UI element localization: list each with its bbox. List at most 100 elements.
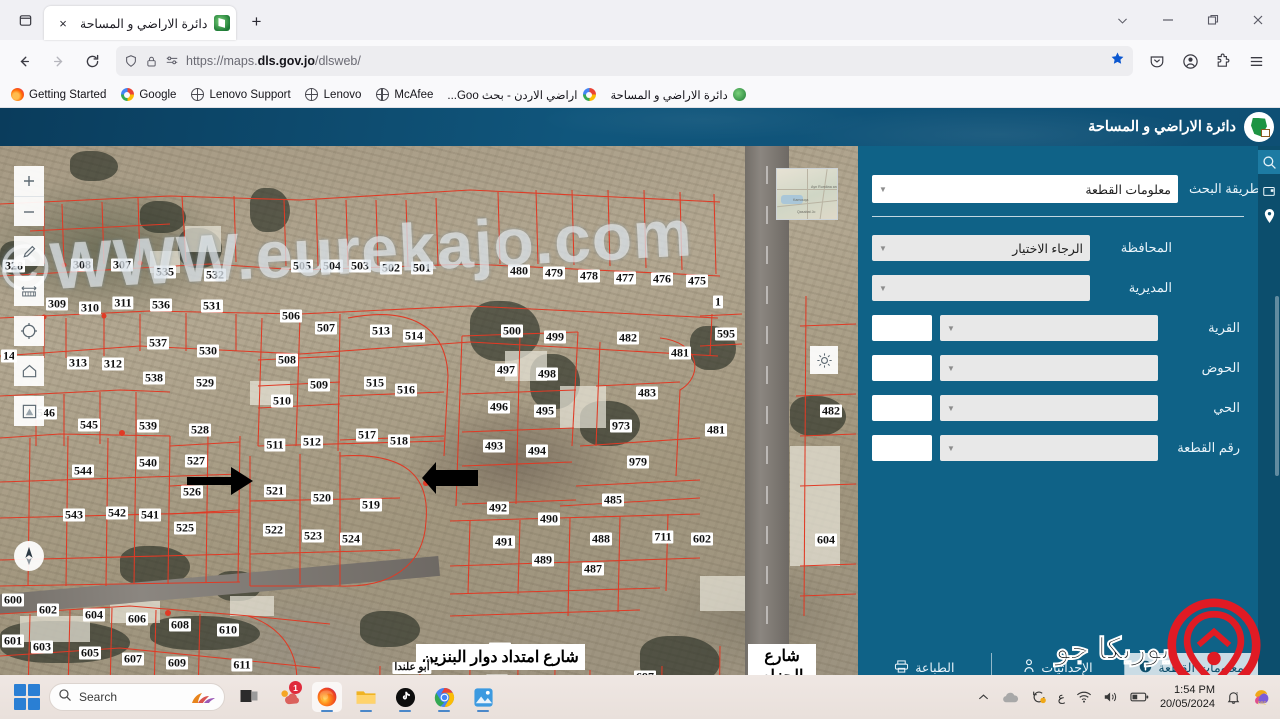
zoom-in-icon[interactable]: [14, 166, 44, 196]
close-icon[interactable]: ×: [53, 13, 73, 33]
bookmark-item[interactable]: Google: [120, 88, 176, 102]
chevron-down-icon: ▼: [947, 323, 955, 333]
basin-code-input[interactable]: [872, 355, 932, 381]
notification-bell-icon[interactable]: z: [1226, 690, 1241, 705]
forward-button[interactable]: [42, 45, 74, 77]
search-icon[interactable]: [1258, 150, 1280, 174]
parcel-number-label: 605: [79, 645, 101, 660]
parcel-number-label: 511: [264, 437, 286, 452]
bookmark-label: دائرة الاراضي و المساحة: [610, 89, 728, 102]
parcel-number-label: 496: [488, 399, 510, 414]
neighborhood-select[interactable]: ▼: [940, 395, 1158, 421]
parcel-number-select[interactable]: ▼: [940, 435, 1158, 461]
bookmark-item[interactable]: Getting Started: [10, 88, 106, 102]
reload-button[interactable]: [76, 45, 108, 77]
firefox-view-button[interactable]: [8, 3, 42, 37]
maximize-restore-icon[interactable]: [1190, 0, 1235, 40]
parcel-number-label: 521: [264, 483, 286, 498]
parcel-number-label: 512: [301, 434, 323, 449]
show-hidden-icons-chevron[interactable]: [977, 691, 990, 704]
neighborhood-code-input[interactable]: [872, 395, 932, 421]
extensions-puzzle-icon[interactable]: [1207, 45, 1239, 77]
svg-text:PRE: PRE: [1258, 700, 1267, 705]
village-code-input[interactable]: [872, 315, 932, 341]
layers-icon[interactable]: [1262, 184, 1276, 198]
field-label: الحي: [1213, 400, 1240, 415]
measure-icon[interactable]: [14, 276, 44, 306]
directorate-select[interactable]: ▼: [872, 275, 1090, 301]
draw-pencil-icon[interactable]: [14, 236, 44, 266]
taskbar-search-box[interactable]: Search: [49, 683, 225, 711]
bookmark-item[interactable]: Lenovo: [304, 87, 362, 102]
tiktok-icon[interactable]: [390, 682, 420, 712]
battery-icon[interactable]: [1130, 691, 1149, 703]
parcel-number-label: 595: [715, 326, 737, 341]
chrome-icon[interactable]: [429, 682, 459, 712]
bookmark-item[interactable]: دائرة الاراضي و المساحة: [610, 88, 747, 102]
parcel-number-label: 510: [271, 393, 293, 408]
file-explorer-icon[interactable]: [351, 682, 381, 712]
parcel-number-label: 501: [411, 260, 433, 275]
bookmark-star-icon[interactable]: [1110, 51, 1125, 71]
bookmark-item[interactable]: اراضي الاردن - بحث Goo...: [447, 88, 596, 102]
parcel-number-input[interactable]: [872, 435, 932, 461]
tab-strip: دائرة الاراضي و المساحة × +: [0, 0, 1280, 40]
bookmark-label: Lenovo: [323, 88, 362, 101]
panel-scrollbar[interactable]: [1275, 296, 1279, 476]
firefox-browser-window: دائرة الاراضي و المساحة × + https://maps…: [0, 0, 1280, 719]
windows-taskbar: Search 1 ع 1:54 PM 20/05/2024 z PRE: [0, 675, 1280, 719]
google-icon: [582, 88, 596, 102]
widgets-weather-icon[interactable]: 1: [273, 681, 303, 712]
new-tab-button[interactable]: +: [242, 8, 270, 36]
map-pin-icon[interactable]: [1263, 208, 1276, 224]
basemap-brightness-toggle[interactable]: [810, 346, 838, 374]
tab-list-chevron-down-icon[interactable]: [1100, 0, 1145, 40]
parcel-number-label: 481: [669, 345, 691, 360]
overview-minimap[interactable]: Kamouqa Ayn Rumāna and Sahāb Qasabat Jo: [776, 168, 838, 220]
taskview-icon[interactable]: [234, 682, 264, 712]
update-sync-icon[interactable]: [1031, 689, 1047, 705]
account-icon[interactable]: [1174, 45, 1206, 77]
pin-person-icon: [1023, 659, 1035, 676]
locate-crosshair-icon[interactable]: [14, 316, 44, 346]
onedrive-cloud-icon[interactable]: [1001, 691, 1020, 704]
close-window-icon[interactable]: [1235, 0, 1280, 40]
parcel-number-label: 523: [302, 528, 324, 543]
parcel-number-label: 542: [106, 505, 128, 520]
basin-select[interactable]: ▼: [940, 355, 1158, 381]
search-method-select[interactable]: معلومات القطعة ▼: [872, 175, 1178, 203]
volume-icon[interactable]: [1103, 690, 1119, 704]
bookmark-item[interactable]: Lenovo Support: [190, 87, 291, 102]
address-bar[interactable]: https://maps.dls.gov.jo/dlsweb/: [116, 46, 1133, 76]
minimize-icon[interactable]: [1145, 0, 1190, 40]
app-menu-icon[interactable]: [1240, 45, 1272, 77]
ime-language-indicator[interactable]: ع: [1058, 690, 1065, 704]
permissions-icon[interactable]: [165, 54, 179, 68]
back-button[interactable]: [8, 45, 40, 77]
save-to-pocket-icon[interactable]: [1141, 45, 1173, 77]
parcel-number-label: 500: [501, 323, 523, 338]
parcel-number-label: 492: [487, 500, 509, 515]
parcel-number-label: 532: [204, 267, 226, 282]
bookmark-item[interactable]: McAfee: [375, 87, 433, 102]
minimap-label: Kamouqa: [793, 198, 809, 202]
gis-map-canvas[interactable]: ©WWW.eurekajo.com 3283083075355325055045…: [0, 146, 858, 719]
home-extent-icon[interactable]: [14, 356, 44, 386]
field-label: الحوض: [1201, 360, 1240, 375]
taskbar-clock[interactable]: 1:54 PM 20/05/2024: [1160, 683, 1215, 711]
village-select[interactable]: ▼: [940, 315, 1158, 341]
governorate-select[interactable]: الرجاء الاختيار ▼: [872, 235, 1090, 261]
north-arrow-compass[interactable]: [14, 541, 44, 571]
copilot-icon[interactable]: PRE: [1252, 687, 1272, 707]
firefox-icon[interactable]: [312, 682, 342, 712]
photos-icon[interactable]: [468, 682, 498, 712]
zoom-out-icon[interactable]: [14, 196, 44, 226]
windows-start-button[interactable]: [14, 684, 40, 710]
select-parcel-icon[interactable]: [14, 396, 44, 426]
browser-tab[interactable]: دائرة الاراضي و المساحة ×: [44, 6, 237, 40]
parcel-number-label: 491: [493, 534, 515, 549]
minimap-label: Ayn Rumāna and Sahāb: [811, 185, 837, 189]
wifi-icon[interactable]: [1076, 690, 1092, 704]
parcel-number-label: 522: [263, 522, 285, 537]
dls-globe-icon: [733, 88, 747, 102]
